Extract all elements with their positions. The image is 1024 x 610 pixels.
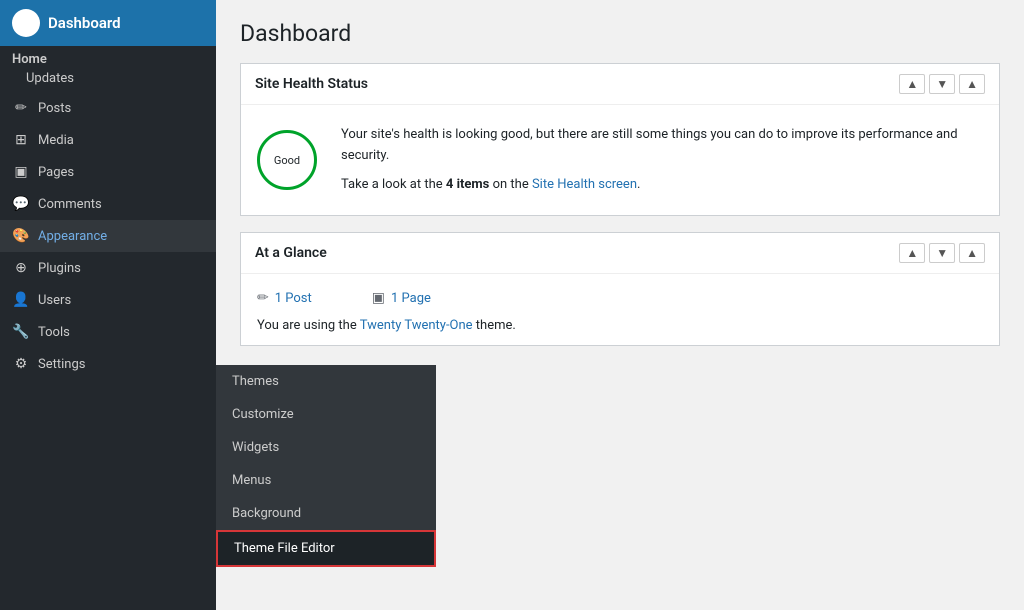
- sidebar-item-appearance[interactable]: 🎨 Appearance: [0, 220, 216, 252]
- at-a-glance-hide-btn[interactable]: ▲: [959, 243, 985, 263]
- settings-icon: ⚙: [12, 356, 30, 372]
- site-health-collapse-btn[interactable]: ▲: [899, 74, 925, 94]
- submenu-item-customize[interactable]: Customize: [216, 398, 436, 431]
- appearance-submenu: Themes Customize Widgets Menus Backgroun…: [216, 365, 436, 567]
- site-health-hide-btn[interactable]: ▲: [959, 74, 985, 94]
- posts-icon: ✏: [12, 100, 30, 116]
- submenu-item-theme-file-editor[interactable]: Theme File Editor: [216, 530, 436, 567]
- sidebar-header-title: Dashboard: [48, 14, 121, 32]
- sidebar-item-updates[interactable]: Updates: [0, 69, 216, 92]
- at-a-glance-controls: ▲ ▼ ▲: [899, 243, 985, 263]
- site-health-header: Site Health Status ▲ ▼ ▲: [241, 64, 999, 105]
- media-icon: ⊞: [12, 132, 30, 148]
- sidebar-item-plugins[interactable]: ⊕ Plugins: [0, 252, 216, 284]
- glance-theme-row: You are using the Twenty Twenty-One them…: [257, 310, 983, 333]
- health-status-label: Good: [274, 154, 300, 167]
- tools-icon: 🔧: [12, 324, 30, 340]
- page-icon: ▣: [372, 290, 385, 306]
- sidebar-item-posts[interactable]: ✏ Posts: [0, 92, 216, 124]
- comments-icon: 💬: [12, 196, 30, 212]
- submenu-item-menus[interactable]: Menus: [216, 464, 436, 497]
- glance-post-count[interactable]: ✏ 1 Post: [257, 290, 312, 306]
- page-title: Dashboard: [240, 20, 1000, 47]
- site-health-controls: ▲ ▼ ▲: [899, 74, 985, 94]
- site-health-widget: Site Health Status ▲ ▼ ▲ Good Your site'…: [240, 63, 1000, 216]
- theme-link[interactable]: Twenty Twenty-One: [360, 318, 473, 333]
- health-text: Your site's health is looking good, but …: [341, 125, 983, 195]
- glance-row: ✏ 1 Post ▣ 1 Page: [257, 286, 983, 310]
- site-health-screen-link[interactable]: Site Health screen: [532, 177, 637, 192]
- site-health-expand-btn[interactable]: ▼: [929, 74, 955, 94]
- post-icon: ✏: [257, 290, 269, 306]
- sidebar-item-settings[interactable]: ⚙ Settings: [0, 348, 216, 380]
- sidebar-header: W Dashboard: [0, 0, 216, 46]
- sidebar-item-media[interactable]: ⊞ Media: [0, 124, 216, 156]
- appearance-icon: 🎨: [12, 228, 30, 244]
- wp-logo-icon: W: [12, 9, 40, 37]
- plugins-icon: ⊕: [12, 260, 30, 276]
- health-description: Your site's health is looking good, but …: [341, 125, 983, 167]
- health-circle: Good: [257, 130, 317, 190]
- at-a-glance-collapse-btn[interactable]: ▲: [899, 243, 925, 263]
- sidebar-item-tools[interactable]: 🔧 Tools: [0, 316, 216, 348]
- at-a-glance-title: At a Glance: [255, 245, 327, 261]
- site-health-body: Good Your site's health is looking good,…: [241, 105, 999, 215]
- submenu-item-widgets[interactable]: Widgets: [216, 431, 436, 464]
- pages-icon: ▣: [12, 164, 30, 180]
- glance-page-count[interactable]: ▣ 1 Page: [372, 290, 431, 306]
- sidebar-item-comments[interactable]: 💬 Comments: [0, 188, 216, 220]
- at-a-glance-expand-btn[interactable]: ▼: [929, 243, 955, 263]
- users-icon: 👤: [12, 292, 30, 308]
- at-a-glance-body: ✏ 1 Post ▣ 1 Page You are using the Twen…: [241, 274, 999, 345]
- sidebar-item-users[interactable]: 👤 Users: [0, 284, 216, 316]
- sidebar-item-home[interactable]: Home: [0, 46, 216, 69]
- at-a-glance-widget: At a Glance ▲ ▼ ▲ ✏ 1 Post ▣ 1 Page: [240, 232, 1000, 346]
- site-health-title: Site Health Status: [255, 76, 368, 92]
- health-items-text: Take a look at the 4 items on the Site H…: [341, 175, 983, 196]
- at-a-glance-header: At a Glance ▲ ▼ ▲: [241, 233, 999, 274]
- submenu-item-themes[interactable]: Themes: [216, 365, 436, 398]
- submenu-item-background[interactable]: Background: [216, 497, 436, 530]
- sidebar-item-pages[interactable]: ▣ Pages: [0, 156, 216, 188]
